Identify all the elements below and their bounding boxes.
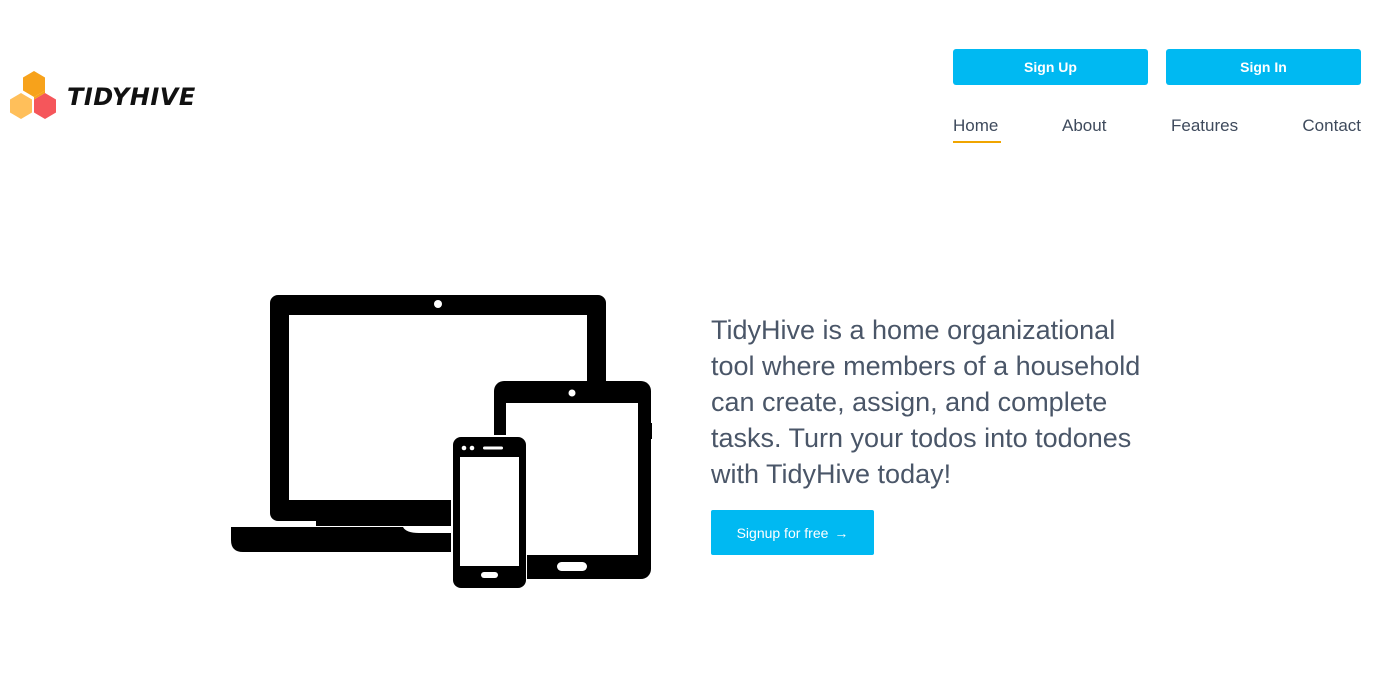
nav-item-about[interactable]: About [1062, 114, 1106, 138]
signup-free-button[interactable]: Signup for free → [711, 510, 874, 555]
hero-description: TidyHive is a home organizational tool w… [711, 315, 1141, 489]
nav-item-home[interactable]: Home [953, 114, 998, 138]
active-nav-indicator [953, 141, 1001, 143]
hexagon-logo-icon [7, 70, 61, 124]
brand-name: TIDYHIVE [67, 83, 196, 111]
arrow-right-icon: → [834, 524, 849, 541]
page: TIDYHIVE Sign Up Sign In Home About Feat… [0, 0, 1373, 684]
main-nav: Home About Features Contact [953, 114, 1361, 146]
sign-in-button[interactable]: Sign In [1166, 49, 1361, 85]
nav-item-contact[interactable]: Contact [1302, 114, 1361, 138]
signup-free-label: Signup for free [736, 524, 829, 541]
sign-up-button[interactable]: Sign Up [953, 49, 1148, 85]
brand-logo[interactable]: TIDYHIVE [7, 70, 196, 124]
devices-icon [231, 295, 652, 590]
nav-item-features[interactable]: Features [1171, 114, 1238, 138]
